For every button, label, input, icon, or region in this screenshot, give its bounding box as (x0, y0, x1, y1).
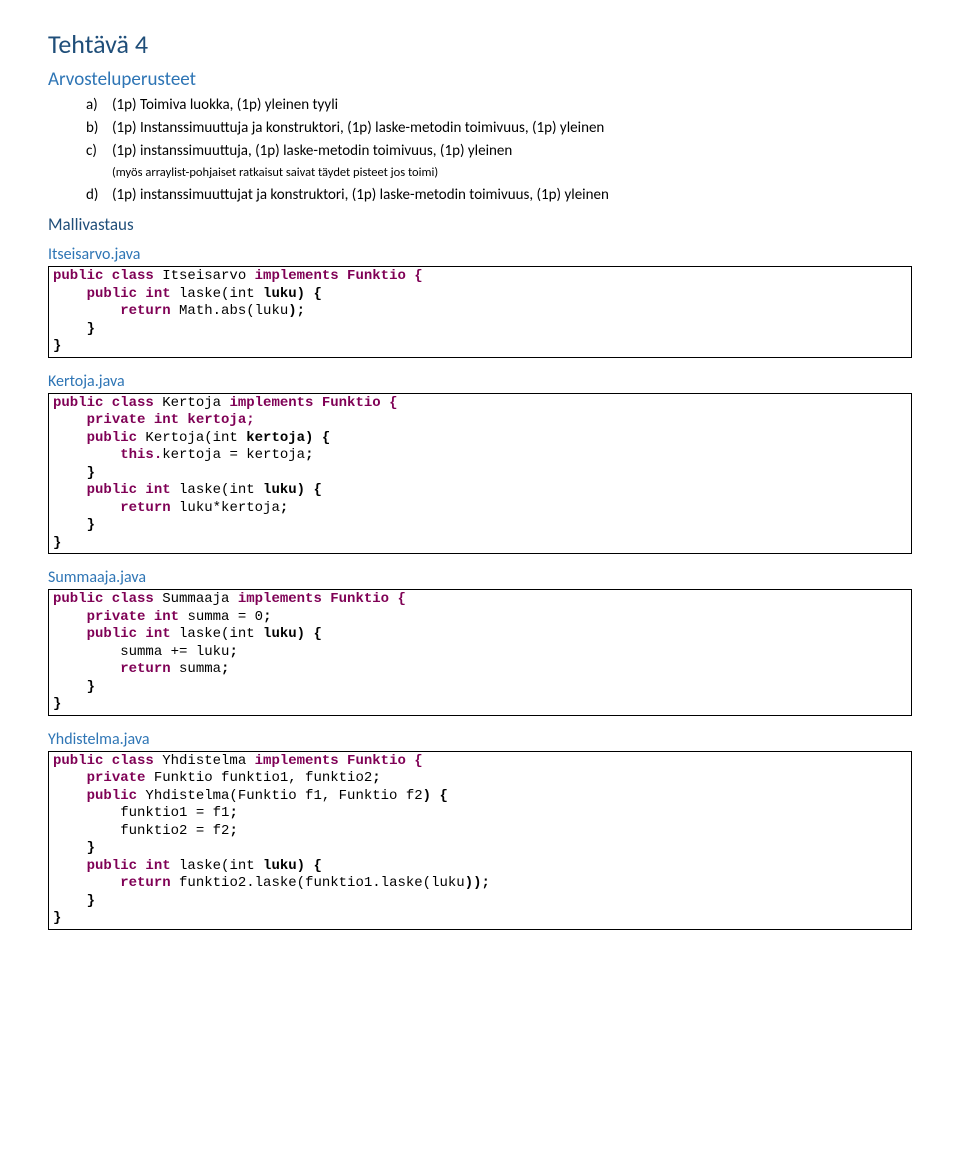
grading-list: a) (1p) Toimiva luokka, (1p) yleinen tyy… (86, 95, 912, 206)
list-text: (1p) instanssimuuttujat ja konstruktori,… (112, 185, 609, 206)
model-answer-heading: Mallivastaus (48, 214, 912, 235)
list-note: (myös arraylist-pohjaiset ratkaisut saiv… (112, 165, 438, 180)
list-item: d) (1p) instanssimuuttujat ja konstrukto… (86, 185, 912, 206)
list-item: c) (1p) instanssimuuttuja, (1p) laske-me… (86, 141, 912, 183)
file-heading-summaaja: Summaaja.java (48, 568, 912, 587)
list-text: (1p) instanssimuuttuja, (1p) laske-metod… (112, 141, 512, 183)
page-title: Tehtävä 4 (48, 28, 912, 60)
code-summaaja: public class Summaaja implements Funktio… (48, 589, 912, 716)
file-heading-itseisarvo: Itseisarvo.java (48, 245, 912, 264)
code-itseisarvo: public class Itseisarvo implements Funkt… (48, 266, 912, 358)
list-item: b) (1p) Instanssimuuttuja ja konstruktor… (86, 118, 912, 139)
file-heading-kertoja: Kertoja.java (48, 372, 912, 391)
list-marker: a) (86, 95, 112, 116)
list-item: a) (1p) Toimiva luokka, (1p) yleinen tyy… (86, 95, 912, 116)
file-heading-yhdistelma: Yhdistelma.java (48, 730, 912, 749)
list-marker: c) (86, 141, 112, 183)
code-kertoja: public class Kertoja implements Funktio … (48, 393, 912, 555)
list-marker: d) (86, 185, 112, 206)
list-text: (1p) Instanssimuuttuja ja konstruktori, … (112, 118, 604, 139)
code-yhdistelma: public class Yhdistelma implements Funkt… (48, 751, 912, 930)
list-marker: b) (86, 118, 112, 139)
list-text: (1p) Toimiva luokka, (1p) yleinen tyyli (112, 95, 338, 116)
grading-heading: Arvosteluperusteet (48, 68, 912, 91)
